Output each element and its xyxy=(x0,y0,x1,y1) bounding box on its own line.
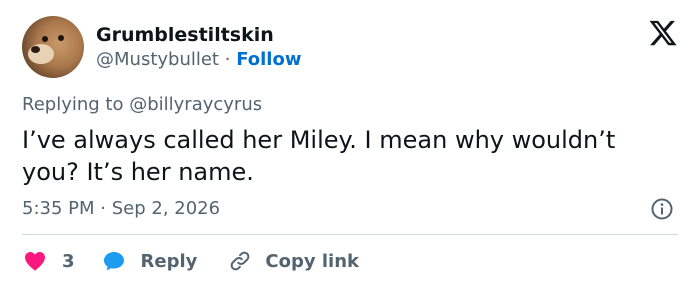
heart-icon xyxy=(25,252,45,271)
follow-button[interactable]: Follow xyxy=(236,49,301,70)
tweet-card: Grumblestiltskin @Mustybullet · Follow R… xyxy=(0,0,700,287)
tweet-timestamp[interactable]: 5:35 PM · Sep 2, 2026 xyxy=(22,198,220,219)
replying-to-handle[interactable]: @billyraycyrus xyxy=(129,94,262,115)
x-logo-icon[interactable] xyxy=(648,18,678,48)
tweet-date: Sep 2, 2026 xyxy=(111,198,221,219)
speech-bubble-icon xyxy=(103,252,124,271)
divider xyxy=(22,234,678,235)
action-bar: 3 Reply Copy link xyxy=(22,247,359,275)
link-icon xyxy=(231,251,250,271)
replying-to-label: Replying to xyxy=(22,94,124,115)
separator-dot: · xyxy=(224,49,231,70)
author-handle-line: @Mustybullet · Follow xyxy=(96,49,301,70)
reply-button[interactable]: Reply xyxy=(101,249,198,273)
avatar-eye xyxy=(58,35,64,41)
reply-label: Reply xyxy=(140,250,198,272)
copy-link-label: Copy link xyxy=(265,250,359,272)
copy-link-button[interactable]: Copy link xyxy=(227,249,359,273)
like-count: 3 xyxy=(62,250,75,272)
tweet-time: 5:35 PM xyxy=(22,198,95,219)
separator-dot: · xyxy=(100,198,106,219)
author-display-name[interactable]: Grumblestiltskin xyxy=(96,24,274,46)
tweet-text: I’ve always called her Miley. I mean why… xyxy=(22,126,616,186)
avatar-eye xyxy=(42,36,48,42)
avatar-nose xyxy=(31,46,40,53)
like-button[interactable]: 3 xyxy=(22,249,75,273)
replying-to-line: Replying to @billyraycyrus xyxy=(22,94,262,115)
avatar[interactable] xyxy=(22,16,84,78)
info-icon[interactable] xyxy=(650,197,674,221)
author-handle[interactable]: @Mustybullet xyxy=(96,49,219,70)
